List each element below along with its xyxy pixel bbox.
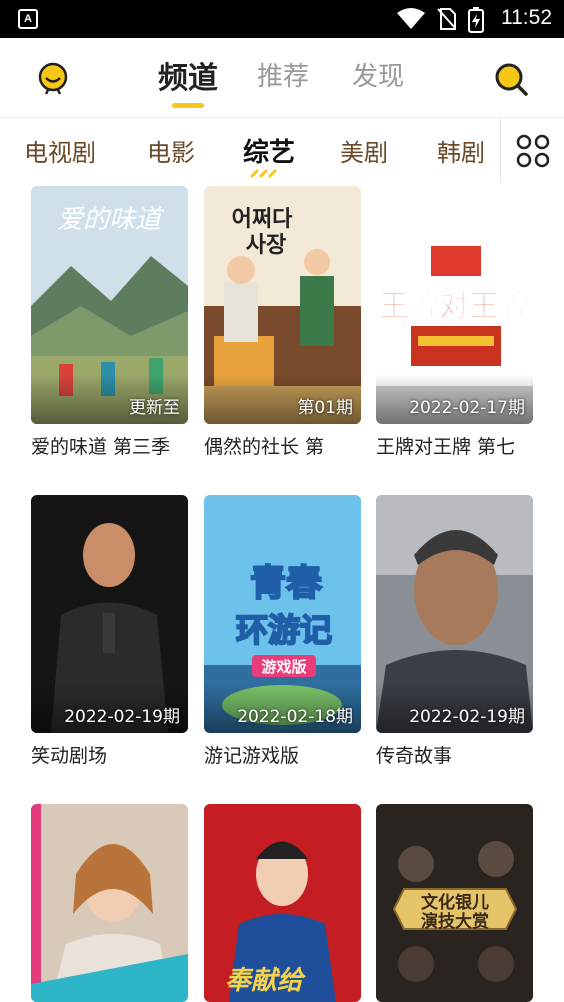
category-korean-series[interactable]: 韩剧	[437, 133, 485, 168]
show-card[interactable]: 爱的味道 更新至 爱的味道 第三季	[31, 186, 188, 458]
poster-title-text: 青春	[250, 563, 322, 604]
poster-image[interactable]: 2022-02-19期	[376, 495, 533, 733]
battery-charging-icon	[468, 7, 484, 33]
show-card[interactable]: 奉献给	[204, 804, 361, 1002]
show-card[interactable]	[31, 804, 188, 1002]
active-category-marker	[250, 169, 277, 178]
show-card[interactable]: 文化银儿 演技大赏	[376, 804, 533, 1002]
tab-discover[interactable]: 发现	[352, 56, 404, 93]
show-card[interactable]: 2022-02-19期 笑动剧场	[31, 495, 188, 767]
show-card[interactable]: 王牌对王牌 2022-02-17期 王牌对王牌 第七	[376, 186, 533, 458]
category-bar: 电视剧 电影 综艺 美剧 韩剧	[0, 119, 564, 185]
poster-image[interactable]: 奉献给	[204, 804, 361, 1002]
show-title: 王牌对王牌 第七	[376, 436, 516, 458]
clock: 11:52	[501, 6, 552, 29]
poster-image[interactable]: 2022-02-19期	[31, 495, 188, 733]
show-title: 偶然的社长 第	[204, 436, 325, 458]
show-card[interactable]: 어쩌다 사장 第01期 偶然的社长 第	[204, 186, 361, 458]
category-us-series[interactable]: 美剧	[340, 133, 388, 168]
poster-title-text: 游戏版	[261, 658, 306, 676]
poster-image[interactable]	[31, 804, 188, 1002]
episode-badge: 2022-02-19期	[64, 707, 180, 727]
poster-title-text: 어쩌다	[232, 207, 293, 232]
poster-title-text: 演技大赏	[421, 911, 489, 932]
poster-image[interactable]: 爱的味道 更新至	[31, 186, 188, 424]
category-movies[interactable]: 电影	[147, 133, 195, 168]
tab-channels[interactable]: 频道	[158, 53, 218, 97]
poster-image[interactable]: 王牌对王牌 2022-02-17期	[376, 186, 533, 424]
poster-title-text: 王牌对王牌	[379, 289, 529, 324]
category-variety[interactable]: 综艺	[243, 132, 295, 169]
grid-menu-icon[interactable]	[515, 133, 551, 169]
show-title: 爱的味道 第三季	[31, 436, 171, 458]
wifi-icon	[397, 8, 425, 29]
episode-badge: 2022-02-18期	[237, 707, 353, 727]
poster-title-text: 爱的味道	[57, 205, 165, 235]
category-tv-series[interactable]: 电视剧	[24, 133, 96, 168]
top-header: 频道 推荐 发现	[0, 38, 564, 118]
poster-image[interactable]: 어쩌다 사장 第01期	[204, 186, 361, 424]
search-icon[interactable]	[493, 61, 529, 97]
poster-title-text: 사장	[246, 233, 286, 258]
show-title: 笑动剧场	[31, 745, 108, 767]
divider	[500, 119, 501, 183]
no-sim-icon	[437, 8, 456, 30]
app-notification-icon: A	[18, 9, 38, 29]
mascot-icon[interactable]	[36, 61, 70, 95]
show-card[interactable]: 青春 环游记 游戏版 2022-02-18期 游记游戏版	[204, 495, 361, 767]
show-title: 传奇故事	[376, 745, 453, 767]
episode-badge: 更新至	[129, 398, 180, 418]
poster-title-text: 奉献给	[225, 966, 306, 996]
tab-recommend[interactable]: 推荐	[257, 56, 309, 93]
poster-image[interactable]: 文化银儿 演技大赏	[376, 804, 533, 1002]
poster-title-text: 环游记	[236, 611, 332, 649]
show-card[interactable]: 2022-02-19期 传奇故事	[376, 495, 533, 767]
status-bar: A 11:52	[0, 0, 564, 38]
episode-badge: 2022-02-17期	[409, 398, 525, 418]
poster-image[interactable]: 青春 环游记 游戏版 2022-02-18期	[204, 495, 361, 733]
show-title: 游记游戏版	[204, 745, 300, 767]
episode-badge: 2022-02-19期	[409, 707, 525, 727]
poster-title-text: 文化银儿	[421, 892, 489, 913]
active-tab-indicator	[172, 103, 204, 108]
episode-badge: 第01期	[297, 398, 353, 418]
